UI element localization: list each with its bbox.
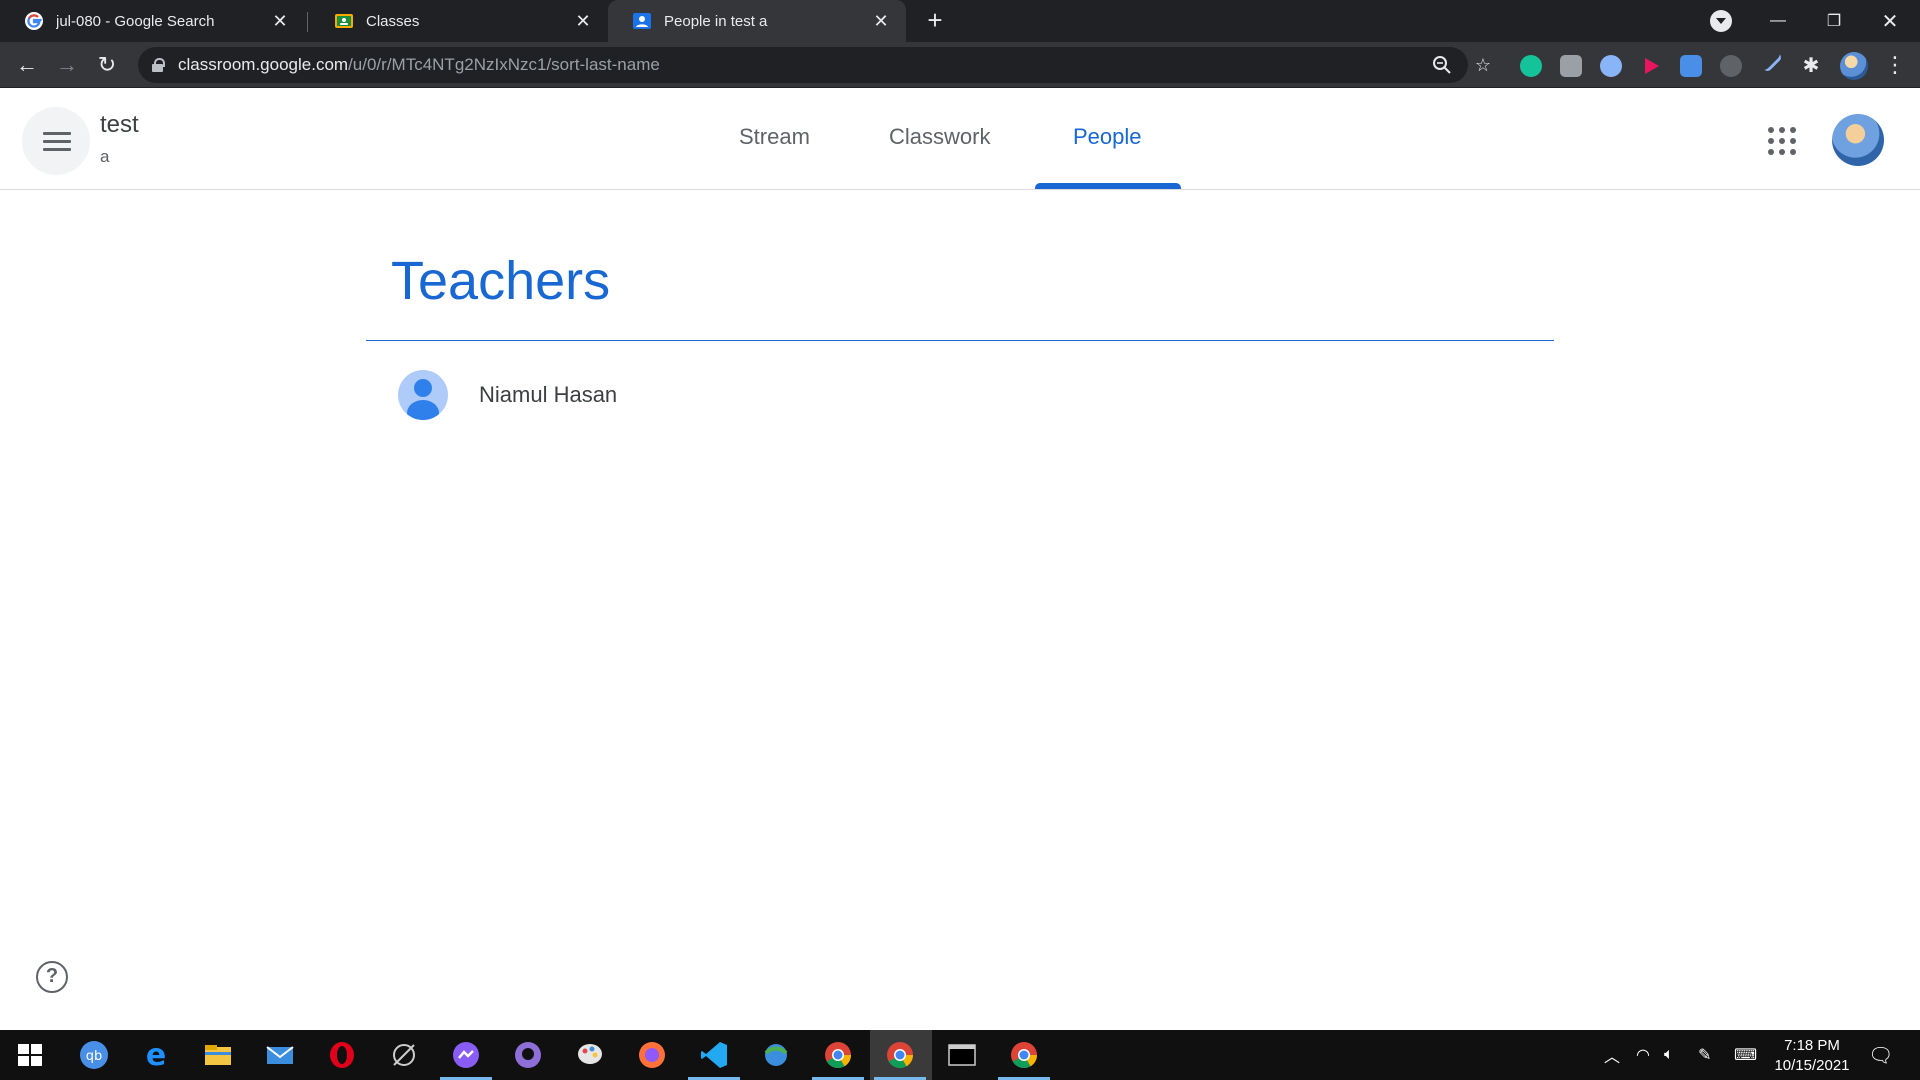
taskbar-clock[interactable]: 7:18 PM 10/15/2021 <box>1762 1036 1862 1076</box>
grammarly-extension-icon[interactable] <box>1520 55 1542 77</box>
tab-stream[interactable]: Stream <box>739 124 810 150</box>
browser-tab-people[interactable]: People in test a ✕ <box>608 0 906 42</box>
class-section: a <box>100 147 110 166</box>
browser-tab-strip: jul-080 - Google Search ✕ Classes ✕ Peop… <box>0 0 1920 42</box>
file-explorer-icon[interactable] <box>202 1039 234 1071</box>
teachers-heading: Teachers <box>391 251 611 311</box>
browser-profile-avatar[interactable] <box>1840 52 1868 80</box>
clock-date: 10/15/2021 <box>1774 1057 1850 1074</box>
quickbooks-icon[interactable]: qb <box>78 1039 110 1071</box>
teacher-list-item[interactable]: Niamul Hasan <box>398 370 617 420</box>
google-apps-icon[interactable] <box>1768 127 1796 155</box>
browser-tab-classes[interactable]: Classes ✕ <box>310 0 608 42</box>
tab-title: jul-080 - Google Search <box>56 12 215 30</box>
tab-classwork[interactable]: Classwork <box>889 124 990 150</box>
chrome-active-icon[interactable] <box>884 1039 916 1071</box>
play-extension-icon[interactable] <box>1640 55 1662 77</box>
url-text[interactable]: classroom.google.com/u/0/r/MTc4NTg2NzIxN… <box>178 55 660 75</box>
messenger-icon[interactable] <box>450 1039 482 1071</box>
terminal-icon[interactable] <box>946 1039 978 1071</box>
volume-icon[interactable]: 🔈︎ <box>1664 1030 1674 1080</box>
download-extension-icon[interactable] <box>1680 55 1702 77</box>
extensions-puzzle-icon[interactable]: ✱ <box>1800 55 1822 77</box>
reload-icon[interactable]: ↻ <box>92 50 122 80</box>
help-icon[interactable]: ? <box>36 961 68 993</box>
svg-text:e: e <box>146 1039 166 1071</box>
chrome-icon[interactable] <box>822 1039 854 1071</box>
forward-arrow-icon[interactable]: → <box>52 50 82 80</box>
notifications-icon[interactable]: 🗨︎ <box>1868 1030 1893 1080</box>
restore-icon[interactable]: ❐ <box>1806 0 1862 42</box>
section-divider <box>366 340 1554 341</box>
main-menu-icon[interactable] <box>22 107 90 175</box>
close-tab-icon[interactable]: ✕ <box>269 10 291 32</box>
extension-icon[interactable] <box>1600 55 1622 77</box>
svg-text:qb: qb <box>86 1049 103 1064</box>
touch-keyboard-icon[interactable]: ⌨ <box>1734 1030 1757 1080</box>
lock-icon[interactable] <box>152 58 165 72</box>
browser-toolbar: ← → ↻ classroom.google.com/u/0/r/MTc4NTg… <box>0 42 1920 88</box>
github-icon[interactable] <box>512 1039 544 1071</box>
browser-menu-icon[interactable]: ⋮ <box>1884 52 1906 78</box>
close-tab-icon[interactable]: ✕ <box>572 10 594 32</box>
chrome-profile-icon[interactable] <box>1008 1039 1040 1071</box>
mail-icon[interactable] <box>264 1039 296 1071</box>
edge-legacy-icon[interactable]: e <box>140 1039 172 1071</box>
class-name[interactable]: test <box>100 111 139 139</box>
pen-workspace-icon[interactable]: ✎ <box>1698 1030 1711 1080</box>
account-avatar[interactable] <box>1832 114 1884 166</box>
new-tab-plus-icon[interactable]: + <box>920 6 950 36</box>
minimize-icon[interactable]: — <box>1750 0 1806 42</box>
windows-start-icon[interactable] <box>14 1039 46 1071</box>
camera-extension-icon[interactable] <box>1560 55 1582 77</box>
opera-icon[interactable] <box>326 1039 358 1071</box>
teacher-name: Niamul Hasan <box>479 382 618 407</box>
tab-title: Classes <box>366 12 420 30</box>
globe-app-icon[interactable] <box>760 1039 792 1071</box>
tab-title: People in test a <box>664 12 768 30</box>
back-arrow-icon[interactable]: ← <box>12 50 42 80</box>
extension-icon[interactable] <box>1720 55 1742 77</box>
tab-search-icon[interactable] <box>1710 10 1732 32</box>
firefox-icon[interactable] <box>636 1039 668 1071</box>
paint-icon[interactable] <box>574 1039 606 1071</box>
browser-tab-google-search[interactable]: jul-080 - Google Search ✕ <box>0 0 305 42</box>
show-hidden-icons-chevron-icon[interactable]: ︿ <box>1604 1030 1620 1080</box>
tab-divider <box>307 12 308 32</box>
google-icon <box>25 12 43 30</box>
satellite-app-icon[interactable] <box>388 1039 420 1071</box>
network-icon[interactable]: ◠ <box>1636 1030 1650 1080</box>
address-bar[interactable]: classroom.google.com/u/0/r/MTc4NTg2NzIxN… <box>138 47 1491 83</box>
window-close-icon[interactable]: ✕ <box>1862 0 1918 42</box>
tab-people[interactable]: People <box>1073 124 1142 150</box>
vscode-icon[interactable] <box>698 1039 730 1071</box>
bookmark-star-icon[interactable]: ☆ <box>1472 54 1494 76</box>
close-tab-icon[interactable]: ✕ <box>870 10 892 32</box>
people-icon <box>633 13 651 29</box>
classroom-icon <box>335 14 353 28</box>
zoom-icon[interactable] <box>1431 54 1453 76</box>
person-avatar-icon <box>398 370 448 420</box>
active-tab-indicator <box>1035 183 1181 189</box>
classroom-header: test a Stream Classwork People <box>0 89 1920 190</box>
clock-time: 7:18 PM <box>1784 1037 1840 1054</box>
